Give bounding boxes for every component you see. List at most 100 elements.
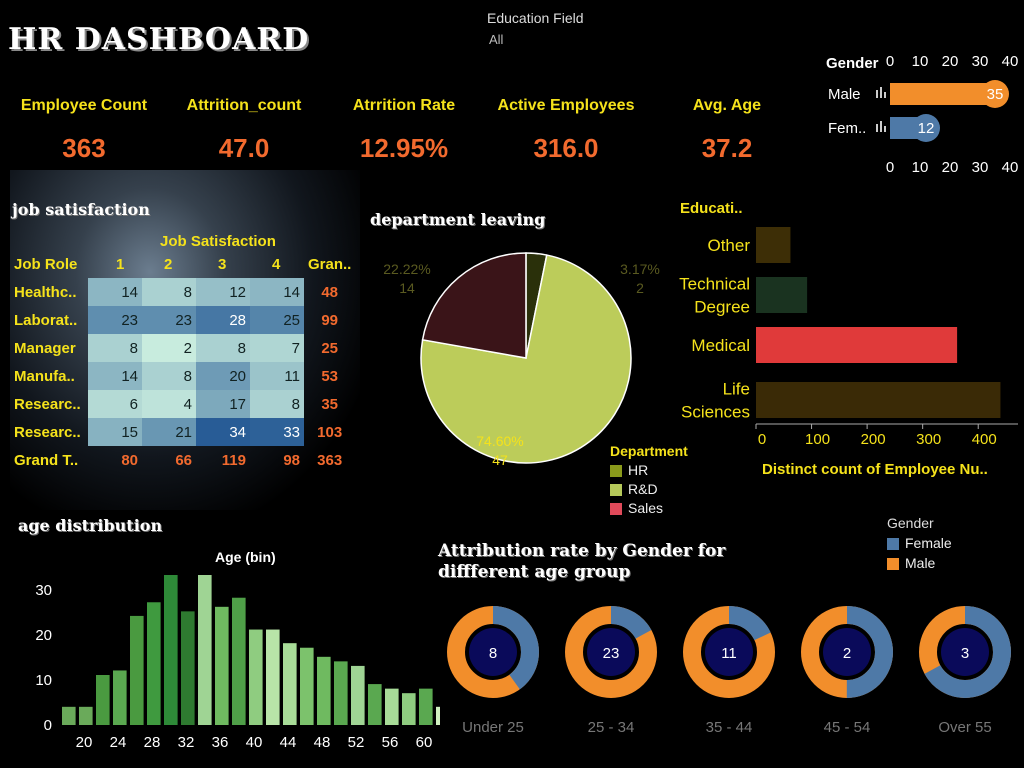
age-bar[interactable] — [385, 688, 399, 725]
gender-legend-item[interactable]: Male — [887, 555, 952, 571]
heatmap-cell[interactable]: 14 — [88, 278, 142, 306]
heatmap-cell[interactable]: 6 — [88, 390, 142, 418]
education-bar[interactable] — [756, 382, 1001, 418]
age-bar[interactable] — [96, 675, 110, 725]
heatmap-cell[interactable]: 7 — [250, 334, 304, 362]
age-bar[interactable] — [402, 693, 416, 725]
row-grand-total: 99 — [321, 311, 339, 329]
age-y-tick: 10 — [35, 672, 52, 689]
age-bar[interactable] — [283, 643, 297, 725]
donut-age-group-label: 25 - 34 — [588, 719, 635, 736]
age-x-tick: 48 — [314, 734, 331, 751]
age-bar[interactable] — [249, 629, 263, 725]
heatmap-cell[interactable]: 23 — [142, 306, 196, 334]
age-distribution-title: age distribution — [18, 516, 163, 535]
age-bar[interactable] — [79, 706, 93, 725]
pie-slice-count-label: 47 — [492, 452, 508, 468]
heatmap-cell[interactable]: 21 — [142, 418, 196, 446]
age-bar[interactable] — [266, 629, 280, 725]
donut-age-group-label: 45 - 54 — [824, 719, 871, 736]
age-bar[interactable] — [62, 706, 76, 725]
age-bar[interactable] — [334, 661, 348, 725]
pie-slice-pct-label: 3.17% — [620, 261, 660, 277]
heatmap-cell[interactable]: 20 — [196, 362, 250, 390]
heatmap-cell[interactable]: 14 — [88, 362, 142, 390]
legend-swatch — [887, 558, 899, 571]
age-bar[interactable] — [198, 575, 212, 725]
kpi-employee-count-label: Employee Count — [20, 97, 148, 114]
donut-total-label: 8 — [489, 645, 497, 662]
gender-bar[interactable] — [890, 83, 995, 105]
education-bar-label: Technical — [679, 275, 750, 294]
heatmap-cell[interactable]: 15 — [88, 418, 142, 446]
bar-chart-icon — [880, 121, 882, 132]
legend-label: R&D — [628, 481, 658, 497]
heatmap-cell[interactable]: 11 — [250, 362, 304, 390]
age-bar[interactable] — [164, 575, 178, 725]
kpi-employee-count-value: 363 — [62, 133, 106, 163]
bar-chart-icon — [884, 92, 886, 98]
heatmap-cell[interactable]: 8 — [142, 278, 196, 306]
gender-legend-item[interactable]: Female — [887, 535, 952, 551]
heatmap-cell[interactable]: 33 — [250, 418, 304, 446]
age-bar[interactable] — [368, 684, 382, 725]
education-bar-chart[interactable]: Other Technical Degree Medical Life Sciences 0… — [660, 220, 1024, 485]
education-bar[interactable] — [756, 227, 791, 263]
gender-row-label: Male — [828, 86, 861, 103]
heatmap-cell[interactable]: 34 — [196, 418, 250, 446]
gender-bar-chart[interactable]: 0 0 10 10 20 20 30 30 40 40 Male 35 Fem.. 12 — [820, 48, 1024, 178]
attrition-gender-title-line1: Attribution rate by Gender for — [438, 541, 726, 561]
age-bar[interactable] — [147, 602, 161, 725]
kpi-avg-age-value: 37.2 — [701, 133, 753, 163]
job-role-label: Researc.. — [14, 423, 81, 441]
heatmap-cell[interactable]: 17 — [196, 390, 250, 418]
row-grand-total: 25 — [321, 339, 339, 357]
age-bar[interactable] — [351, 665, 365, 725]
kpi-active-employees-label: Active Employees — [497, 97, 635, 114]
heatmap-cell[interactable]: 8 — [196, 334, 250, 362]
age-y-tick: 20 — [35, 627, 52, 644]
age-bar[interactable] — [317, 656, 331, 725]
donut-age-group-label: Under 25 — [462, 719, 524, 736]
age-bar[interactable] — [130, 615, 144, 725]
education-bar[interactable] — [756, 327, 958, 363]
kpi-attrition-rate-label: Atrrition Rate — [352, 97, 456, 114]
age-bar[interactable] — [232, 597, 246, 725]
kpi-attrition-count-label: Attrition_count — [186, 97, 302, 114]
heatmap-cell[interactable]: 12 — [196, 278, 250, 306]
legend-label: Female — [905, 535, 952, 551]
heatmap-cell[interactable]: 8 — [250, 390, 304, 418]
kpi-active-employees-value: 316.0 — [533, 133, 599, 163]
age-bar[interactable] — [181, 611, 195, 725]
column-header: 1 — [116, 255, 125, 273]
bar-chart-icon — [884, 126, 886, 132]
pie-slice-pct-label: 22.22% — [383, 261, 430, 277]
gender-axis-tick-bottom: 20 — [942, 159, 959, 176]
heatmap-cell[interactable]: 8 — [88, 334, 142, 362]
overall-grand-total: 363 — [317, 451, 343, 469]
heatmap-cell[interactable]: 2 — [142, 334, 196, 362]
job-role-label: Researc.. — [14, 395, 81, 413]
heatmap-cell[interactable]: 4 — [142, 390, 196, 418]
heatmap-row: Researc.. 15 21 34 33 103 — [10, 418, 355, 446]
heatmap-cell[interactable]: 28 — [196, 306, 250, 334]
age-distribution-chart[interactable]: Age (bin)010203020 24 28 32 36 40 44 48 52 56 60 — [20, 540, 440, 760]
education-bar[interactable] — [756, 277, 808, 313]
age-bar[interactable] — [300, 647, 314, 725]
heatmap-cell[interactable]: 25 — [250, 306, 304, 334]
heatmap-cell[interactable]: 14 — [250, 278, 304, 306]
heatmap-cell[interactable]: 23 — [88, 306, 142, 334]
heatmap-cell[interactable]: 8 — [142, 362, 196, 390]
education-filter-dropdown[interactable]: All — [489, 32, 503, 47]
education-tick-label: 100 — [805, 431, 830, 448]
pie-slice[interactable] — [421, 252, 527, 359]
job-role-label: Manager — [14, 339, 76, 357]
department-legend-item[interactable]: Sales — [610, 500, 688, 516]
job-satisfaction-column-group: Job Satisfaction — [160, 233, 276, 250]
education-tick-label: 200 — [861, 431, 886, 448]
age-bar[interactable] — [113, 670, 127, 725]
age-bar[interactable] — [215, 606, 229, 725]
legend-swatch — [610, 503, 622, 516]
attrition-donut-charts[interactable]: 8 Under 25 23 25 - 34 11 35 - 44 2 45 - 54 3 Over… — [430, 590, 1024, 750]
age-x-tick: 32 — [178, 734, 195, 751]
